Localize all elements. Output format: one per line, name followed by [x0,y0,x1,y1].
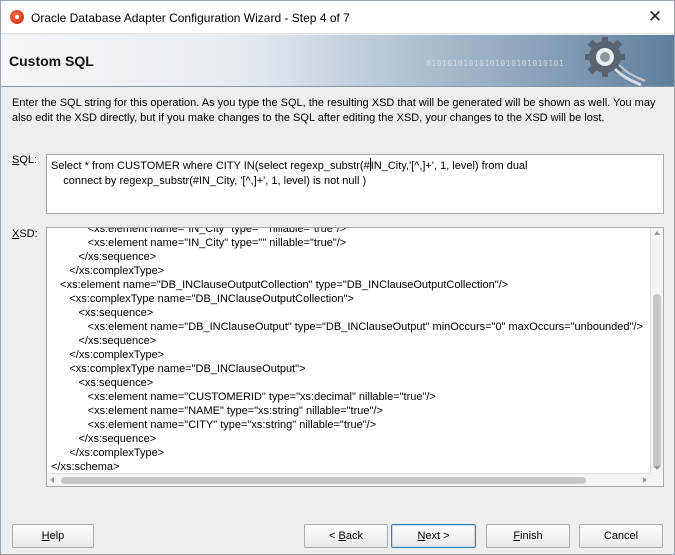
cancel-button[interactable]: Cancel [579,524,663,548]
vertical-scrollbar[interactable] [650,228,663,473]
close-button[interactable]: ✕ [642,5,668,29]
sql-line-1-after-caret: IN_City,'[^,]+', 1, level) from dual [370,160,528,172]
xsd-line: <xs:complexType name="DB_INClauseOutputC… [51,293,354,305]
xsd-line: </xs:complexType> [51,349,165,361]
wizard-window: Oracle Database Adapter Configuration Wi… [0,0,675,555]
xsd-line: <xs:element name="IN_City" type="" nilla… [51,227,347,235]
back-prefix: < [329,530,339,542]
instructions-text: Enter the SQL string for this operation.… [12,97,656,124]
scrollbar-corner [650,473,663,486]
oracle-app-icon [10,10,24,24]
xsd-line: </xs:schema> [51,461,120,472]
finish-button[interactable]: Finish [486,524,570,548]
xsd-line: </xs:sequence> [51,251,157,263]
scroll-left-arrow-icon[interactable] [50,477,54,483]
xsd-line: <xs:element name="CUSTOMERID" type="xs:d… [51,391,436,403]
finish-label-rest: inish [520,530,543,542]
page-title: Custom SQL [9,53,94,69]
help-label-rest: elp [49,530,65,542]
xsd-editor[interactable]: <xs:element name="IN_City" type="" nilla… [46,227,664,487]
xsd-line: <xs:complexType name="DB_INClauseOutput"… [51,363,306,375]
sql-label-rest: QL: [19,154,38,166]
next-label-rest: ext > [425,530,450,542]
help-mnemonic: H [41,530,50,542]
vertical-scroll-thumb[interactable] [653,294,661,469]
back-mnemonic: B [338,530,346,542]
back-label-rest: ack [345,530,363,542]
xsd-label-rest: SD: [19,228,38,240]
xsd-line: <xs:sequence> [51,307,154,319]
scroll-up-arrow-icon[interactable] [654,231,660,235]
back-button[interactable]: < Back [304,524,388,548]
horizontal-scrollbar[interactable] [47,473,650,486]
xsd-line: </xs:sequence> [51,433,157,445]
xsd-line: </xs:complexType> [51,447,165,459]
sql-line-1-before-caret: Select * from CUSTOMER where CITY IN(sel… [51,160,370,172]
xsd-label: XSD: [12,228,38,240]
banner-binary-decoration: 01010101010101010101010101 [426,59,565,68]
gear-icon [585,37,646,86]
xsd-line: <xs:element name="NAME" type="xs:string"… [51,405,383,417]
title-bar: Oracle Database Adapter Configuration Wi… [1,1,674,34]
xsd-line: <xs:element name="IN_City" type="" nilla… [51,237,347,249]
xsd-content[interactable]: <xs:element name="IN_City" type="" nilla… [51,227,649,472]
scroll-right-arrow-icon[interactable] [643,477,647,483]
next-button[interactable]: Next > [391,524,476,548]
xsd-line: </xs:complexType> [51,265,165,277]
header-banner: Custom SQL 01010101010101010101010101 [1,35,674,87]
xsd-line: </xs:sequence> [51,335,157,347]
xsd-line: <xs:element name="CITY" type="xs:string"… [51,419,377,431]
sql-input[interactable]: Select * from CUSTOMER where CITY IN(sel… [46,154,664,214]
scroll-down-arrow-icon[interactable] [654,466,660,470]
xsd-line: <xs:element name="DB_INClauseOutputColle… [51,279,509,291]
help-button[interactable]: Help [12,524,94,548]
horizontal-scroll-thumb[interactable] [61,477,586,484]
xsd-line: <xs:element name="DB_INClauseOutput" typ… [51,321,643,333]
sql-line-1: Select * from CUSTOMER where CITY IN(sel… [51,158,659,174]
sql-line-2: connect by regexp_substr(#IN_City, '[^,]… [51,175,367,187]
window-title: Oracle Database Adapter Configuration Wi… [31,11,350,25]
sql-label: SQL: [12,154,37,166]
xsd-line: <xs:sequence> [51,377,154,389]
